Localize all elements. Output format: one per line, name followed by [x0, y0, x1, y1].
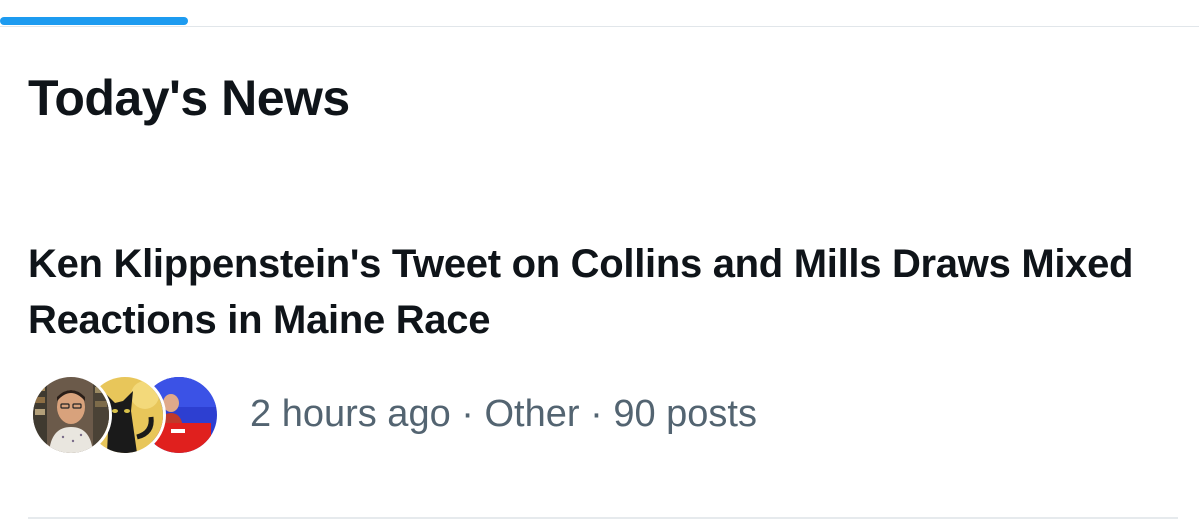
news-time: 2 hours ago: [250, 393, 451, 435]
tab-divider: [0, 26, 1199, 27]
news-panel: Today's News Ken Klippenstein's Tweet on…: [0, 0, 1199, 526]
news-item[interactable]: Ken Klippenstein's Tweet on Collins and …: [0, 228, 1199, 478]
news-meta: 2 hours ago · Other · 90 posts: [30, 374, 757, 456]
meta-separator: ·: [579, 393, 614, 435]
avatar-group: [30, 374, 220, 456]
section-title: Today's News: [28, 70, 350, 126]
tab-strip: [0, 0, 1199, 28]
news-category: Other: [484, 393, 580, 435]
person-avatar: [30, 374, 112, 456]
meta-separator: ·: [450, 393, 485, 435]
news-headline[interactable]: Ken Klippenstein's Tweet on Collins and …: [28, 236, 1168, 348]
news-meta-text: 2 hours ago · Other · 90 posts: [250, 392, 757, 436]
item-divider: [28, 517, 1178, 519]
active-tab-indicator[interactable]: [0, 17, 188, 25]
news-post-count: 90 posts: [613, 393, 757, 435]
